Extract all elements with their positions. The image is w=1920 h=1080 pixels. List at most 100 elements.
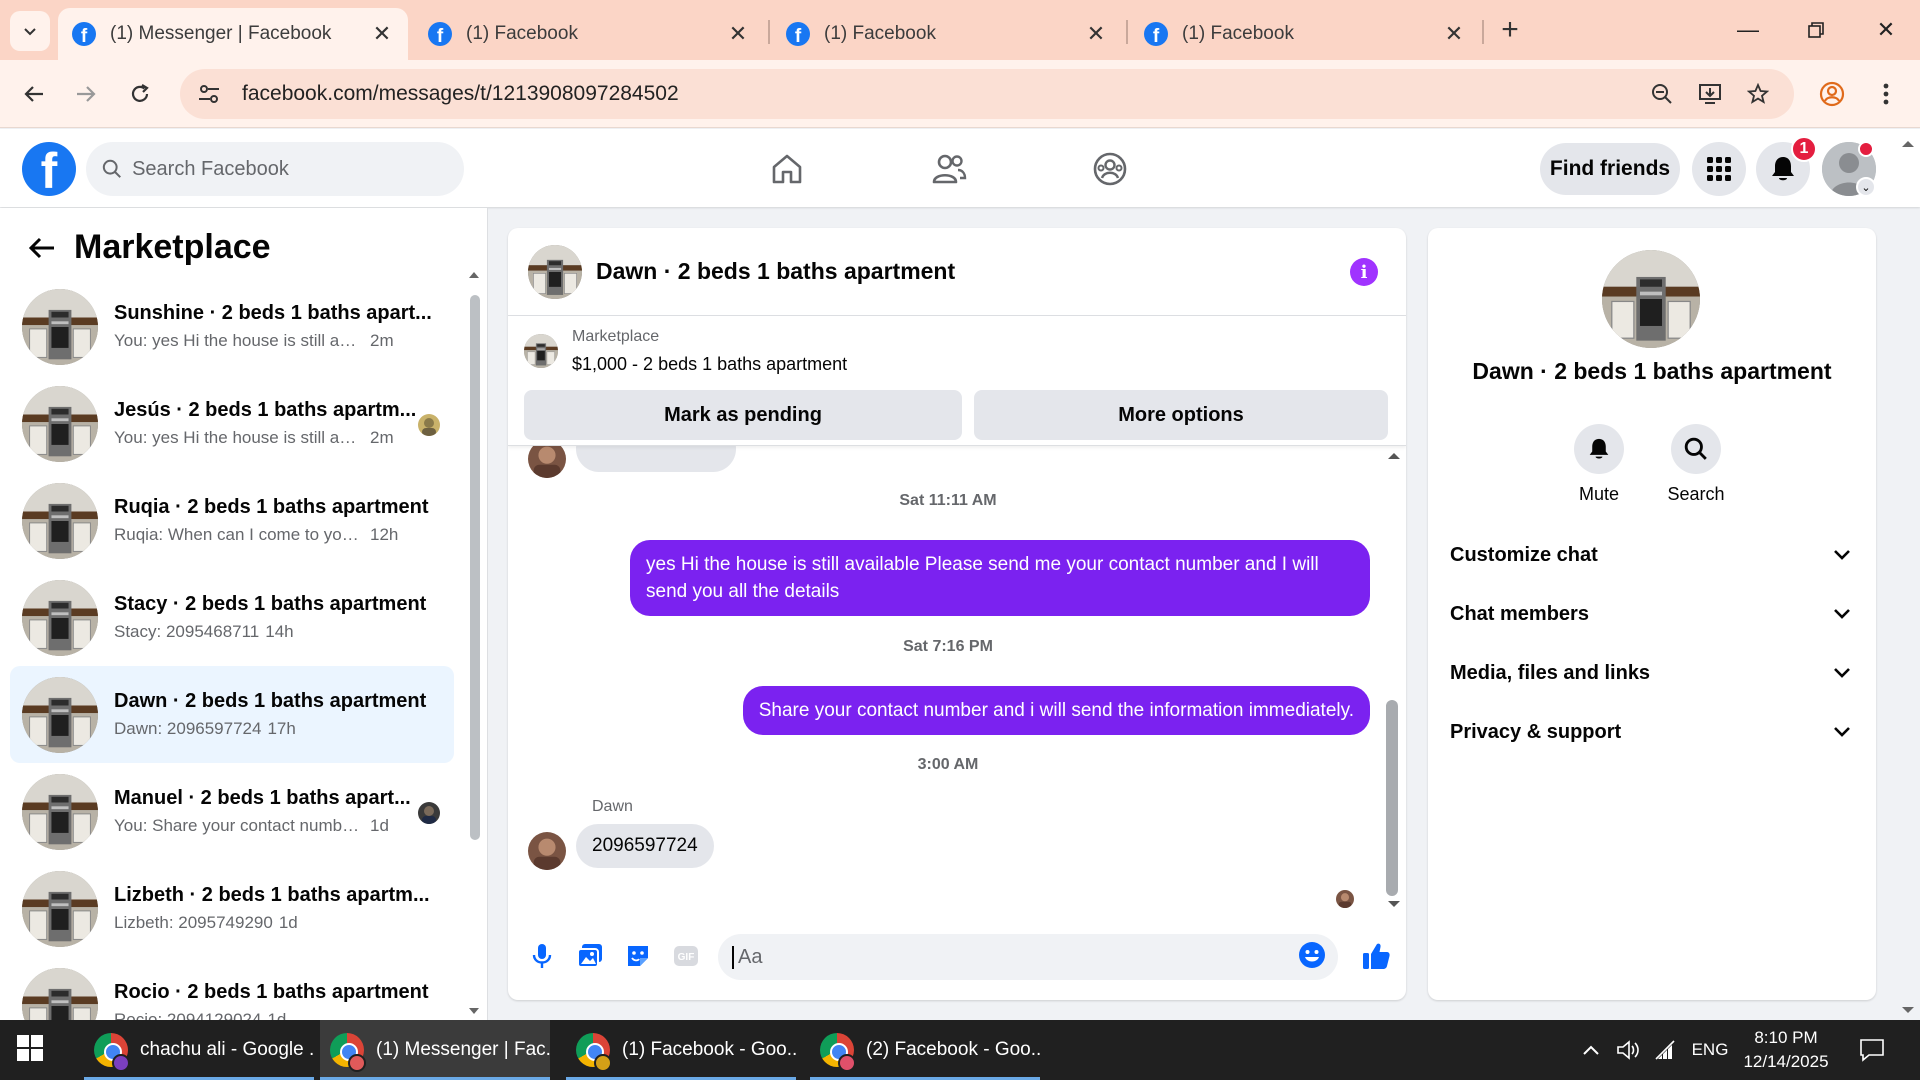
privacy-support-row[interactable]: Privacy & support bbox=[1428, 704, 1876, 760]
menu-button[interactable] bbox=[1692, 142, 1746, 196]
listing-thumbnail[interactable] bbox=[1602, 250, 1700, 348]
site-settings-icon[interactable] bbox=[196, 81, 222, 107]
emoji-icon[interactable] bbox=[1298, 941, 1326, 974]
scrollbar-thumb[interactable] bbox=[1386, 700, 1398, 896]
browser-tab-facebook-3[interactable]: f (1) Facebook ✕ bbox=[1130, 8, 1480, 60]
facebook-search-input[interactable] bbox=[132, 157, 448, 181]
browser-menu-button[interactable] bbox=[1866, 74, 1906, 114]
zoom-icon[interactable] bbox=[1642, 74, 1682, 114]
browser-tab-facebook-2[interactable]: f (1) Facebook ✕ bbox=[772, 8, 1122, 60]
message-timestamp: Sat 11:11 AM bbox=[899, 492, 997, 509]
search-conversation-button[interactable] bbox=[1671, 424, 1721, 474]
send-like-button[interactable] bbox=[1358, 938, 1394, 974]
conversation-item[interactable]: Ruqia · 2 beds 1 baths apartment Ruqia: … bbox=[10, 472, 454, 569]
close-icon[interactable]: ✕ bbox=[726, 21, 750, 46]
system-clock[interactable]: 8:10 PM 12/14/2025 bbox=[1740, 1026, 1832, 1074]
search-action[interactable]: Search bbox=[1656, 424, 1736, 505]
network-button[interactable] bbox=[1652, 1020, 1680, 1080]
taskbar-app-chrome-2[interactable]: (1) Messenger | Fac... bbox=[320, 1020, 550, 1080]
conversation-item[interactable]: Stacy · 2 beds 1 baths apartment Stacy: … bbox=[10, 569, 454, 666]
profile-button[interactable] bbox=[1812, 74, 1852, 114]
search-icon bbox=[102, 159, 121, 178]
marketplace-title: Marketplace bbox=[74, 228, 271, 266]
sticker-button[interactable] bbox=[620, 938, 656, 974]
chat-listing-thumbnail[interactable] bbox=[528, 245, 582, 299]
forward-button[interactable] bbox=[66, 74, 106, 114]
tab-search-button[interactable] bbox=[10, 11, 50, 51]
minimize-button[interactable]: — bbox=[1728, 10, 1768, 50]
mute-button[interactable] bbox=[1574, 424, 1624, 474]
find-friends-button[interactable]: Find friends bbox=[1540, 143, 1680, 195]
conversation-item-selected[interactable]: Dawn · 2 beds 1 baths apartment Dawn: 20… bbox=[10, 666, 454, 763]
incoming-message[interactable]: 2096597724 bbox=[576, 824, 714, 868]
browser-tab-messenger[interactable]: f (1) Messenger | Facebook ✕ bbox=[58, 8, 408, 60]
start-button[interactable] bbox=[16, 1034, 48, 1066]
nav-home[interactable] bbox=[759, 141, 815, 197]
browser-tab-facebook-1[interactable]: f (1) Facebook ✕ bbox=[414, 8, 764, 60]
chevron-down-icon[interactable]: ⌄ bbox=[1856, 177, 1876, 197]
outgoing-message[interactable]: yes Hi the house is still available Plea… bbox=[630, 540, 1370, 616]
clock-time: 8:10 PM bbox=[1754, 1028, 1818, 1047]
read-receipt-avatar bbox=[418, 802, 440, 824]
nav-friends[interactable] bbox=[921, 141, 977, 197]
conversation-list: Sunshine · 2 beds 1 baths apart... You: … bbox=[10, 278, 454, 1020]
back-button[interactable] bbox=[14, 74, 54, 114]
arrow-right-icon bbox=[77, 86, 96, 102]
taskbar-app-chrome-4[interactable]: (2) Facebook - Goo... bbox=[810, 1020, 1040, 1080]
customize-chat-row[interactable]: Customize chat bbox=[1428, 527, 1876, 583]
message-input-box[interactable] bbox=[718, 934, 1338, 980]
chat-members-row[interactable]: Chat members bbox=[1428, 586, 1876, 642]
close-icon[interactable]: ✕ bbox=[1084, 21, 1108, 46]
reload-button[interactable] bbox=[120, 74, 160, 114]
more-options-button[interactable]: More options bbox=[974, 390, 1388, 440]
notification-center-button[interactable] bbox=[1852, 1020, 1892, 1080]
back-button[interactable] bbox=[24, 230, 60, 266]
voice-clip-button[interactable] bbox=[524, 938, 560, 974]
volume-button[interactable] bbox=[1614, 1020, 1642, 1080]
facebook-header: f Find friends 1 ⌄ bbox=[0, 129, 1920, 207]
conversation-preview: You: yes Hi the house is still availa... bbox=[114, 331, 364, 350]
page-scrollbar[interactable] bbox=[1896, 130, 1920, 1020]
nav-groups[interactable] bbox=[1082, 141, 1138, 197]
profile-badge-icon bbox=[838, 1054, 856, 1072]
new-tab-button[interactable]: + bbox=[1494, 13, 1526, 46]
plus-icon: + bbox=[1501, 13, 1519, 46]
grid-menu-icon bbox=[1707, 157, 1731, 181]
conversation-item[interactable]: Manuel · 2 beds 1 baths apart... You: Sh… bbox=[10, 763, 454, 860]
facebook-logo-icon[interactable]: f bbox=[22, 142, 76, 196]
mark-as-pending-button[interactable]: Mark as pending bbox=[524, 390, 962, 440]
input-language-indicator[interactable]: ENG bbox=[1686, 1020, 1734, 1080]
account-icon bbox=[1819, 81, 1845, 107]
restore-button[interactable] bbox=[1796, 10, 1836, 50]
close-icon[interactable]: ✕ bbox=[370, 21, 394, 46]
profile-alert-dot bbox=[1858, 141, 1874, 157]
taskbar-app-chrome-3[interactable]: (1) Facebook - Goo... bbox=[566, 1020, 796, 1080]
listing-title[interactable]: $1,000 - 2 beds 1 baths apartment bbox=[572, 354, 847, 375]
close-window-button[interactable]: ✕ bbox=[1866, 10, 1906, 50]
mute-action[interactable]: Mute bbox=[1559, 424, 1639, 505]
install-app-icon[interactable] bbox=[1690, 74, 1730, 114]
chat-title[interactable]: Dawn · 2 beds 1 baths apartment bbox=[596, 258, 955, 285]
show-hidden-icons-button[interactable] bbox=[1578, 1020, 1604, 1080]
listing-thumbnail bbox=[22, 289, 98, 365]
conversation-item[interactable]: Sunshine · 2 beds 1 baths apart... You: … bbox=[10, 278, 454, 375]
message-input[interactable] bbox=[732, 945, 1298, 969]
conversation-item[interactable]: Lizbeth · 2 beds 1 baths apartm... Lizbe… bbox=[10, 860, 454, 957]
conversation-item[interactable]: Rocio · 2 beds 1 baths apartment Rocio: … bbox=[10, 957, 454, 1020]
sender-avatar bbox=[528, 446, 566, 478]
close-icon[interactable]: ✕ bbox=[1442, 21, 1466, 46]
outgoing-message[interactable]: Share your contact number and i will sen… bbox=[742, 686, 1370, 735]
info-icon[interactable]: i bbox=[1350, 258, 1378, 286]
facebook-search-box[interactable] bbox=[86, 142, 464, 196]
address-bar[interactable]: facebook.com/messages/t/1213908097284502 bbox=[180, 69, 1794, 119]
taskbar-app-chrome-1[interactable]: chachu ali - Google ... bbox=[84, 1020, 314, 1080]
sender-avatar[interactable] bbox=[528, 832, 566, 870]
listing-thumbnail bbox=[524, 334, 558, 368]
scroll-down-icon bbox=[469, 1008, 479, 1014]
attach-photo-button[interactable] bbox=[572, 938, 608, 974]
bookmark-star-icon[interactable] bbox=[1738, 74, 1778, 114]
media-files-links-row[interactable]: Media, files and links bbox=[1428, 645, 1876, 701]
gif-button[interactable]: GIF bbox=[668, 938, 704, 974]
conversation-item[interactable]: Jesús · 2 beds 1 baths apartm... You: ye… bbox=[10, 375, 454, 472]
scrollbar-thumb[interactable] bbox=[470, 295, 480, 840]
